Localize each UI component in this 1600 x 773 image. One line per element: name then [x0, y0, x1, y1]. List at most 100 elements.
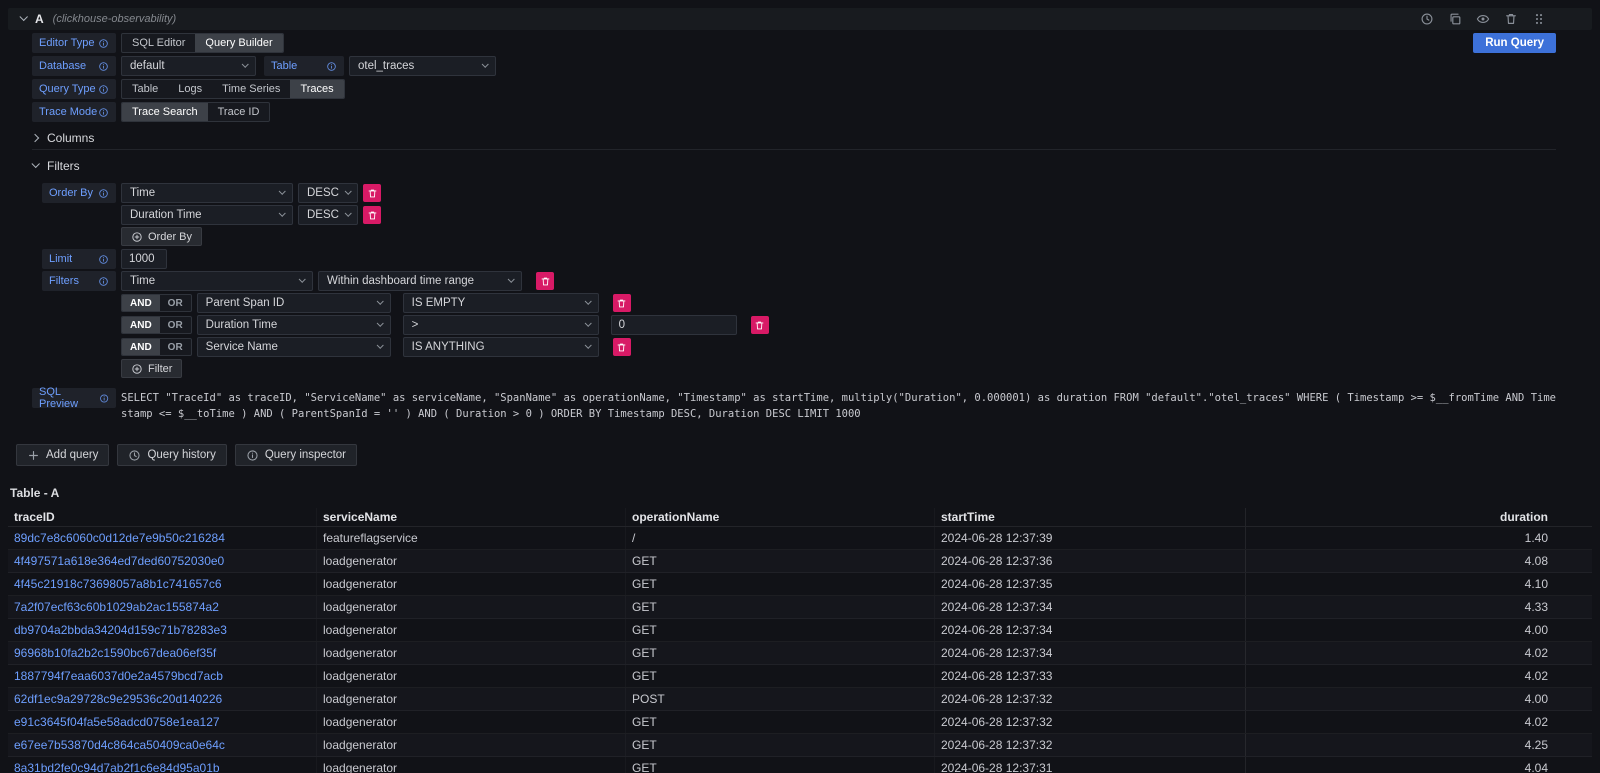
- info-icon[interactable]: [98, 38, 109, 49]
- drag-handle-icon[interactable]: [1532, 12, 1546, 26]
- filter-field-select[interactable]: Parent Span ID: [197, 293, 391, 313]
- start-time-cell: 2024-06-28 12:37:36: [935, 550, 1245, 572]
- chevron-down-icon: [376, 297, 383, 304]
- filter-value-input[interactable]: [611, 315, 737, 335]
- column-header-traceid[interactable]: traceID: [8, 508, 317, 526]
- remove-filter-button[interactable]: [751, 316, 769, 334]
- table-row: e91c3645f04fa5e58adcd0758e1ea127 loadgen…: [8, 711, 1592, 734]
- query-actions-bar: Add query Query history Query inspector: [16, 444, 1592, 466]
- and-button[interactable]: AND: [122, 317, 160, 333]
- trace-id-link[interactable]: 7a2f07ecf63c60b1029ab2ac155874a2: [8, 596, 317, 618]
- service-name-cell: loadgenerator: [317, 665, 626, 687]
- trace-id-link[interactable]: 89dc7e8c6060c0d12de7e9b50c216284: [8, 527, 317, 549]
- operation-name-cell: POST: [626, 688, 935, 710]
- filter-operator-select[interactable]: IS ANYTHING: [403, 337, 599, 357]
- trace-id-link[interactable]: 96968b10fa2b2c1590bc67dea06ef35f: [8, 642, 317, 664]
- or-button[interactable]: OR: [160, 339, 191, 355]
- filter-operator-value: IS ANYTHING: [412, 341, 485, 353]
- and-button[interactable]: AND: [122, 339, 160, 355]
- remove-order-by-button[interactable]: [363, 206, 381, 224]
- add-filter-button[interactable]: Filter: [121, 359, 182, 378]
- chevron-down-icon: [584, 297, 591, 304]
- filter-field-select[interactable]: Service Name: [197, 337, 391, 357]
- trace-id-link[interactable]: e91c3645f04fa5e58adcd0758e1ea127: [8, 711, 317, 733]
- table-row: 62df1ec9a29728c9e29536c20d140226 loadgen…: [8, 688, 1592, 711]
- info-icon[interactable]: [98, 107, 109, 118]
- column-header-duration[interactable]: duration: [1245, 508, 1592, 526]
- limit-label-text: Limit: [49, 253, 72, 265]
- or-button[interactable]: OR: [160, 295, 191, 311]
- start-time-cell: 2024-06-28 12:37:31: [935, 757, 1245, 773]
- database-select[interactable]: default: [121, 56, 256, 76]
- order-by-field-select-1[interactable]: Time: [121, 183, 293, 203]
- duration-cell: 4.00: [1245, 688, 1592, 710]
- info-icon[interactable]: [98, 61, 109, 72]
- remove-filter-button[interactable]: [613, 294, 631, 312]
- query-type-option-logs[interactable]: Logs: [168, 80, 212, 98]
- filter-field-select[interactable]: Duration Time: [197, 315, 391, 335]
- order-by-row-1: Order By Time DESC: [42, 183, 1556, 203]
- filter-field-select[interactable]: Time: [121, 271, 313, 291]
- column-header-operationname[interactable]: operationName: [626, 508, 935, 526]
- panel-title[interactable]: Table - A: [8, 486, 1592, 501]
- info-icon[interactable]: [99, 393, 109, 404]
- trace-id-link[interactable]: 4f497571a618e364ed7ded60752030e0: [8, 550, 317, 572]
- and-button[interactable]: AND: [122, 295, 160, 311]
- chevron-down-icon: [345, 209, 352, 216]
- columns-section-toggle[interactable]: Columns: [32, 128, 1556, 148]
- table-select[interactable]: otel_traces: [349, 56, 496, 76]
- trace-id-link[interactable]: 8a31bd2fe0c94d7ab2f1c6e84d95a01b: [8, 757, 317, 773]
- duplicate-query-icon[interactable]: [1448, 12, 1462, 26]
- or-button[interactable]: OR: [160, 317, 191, 333]
- add-query-button[interactable]: Add query: [16, 444, 109, 466]
- operation-name-cell: GET: [626, 619, 935, 641]
- trace-id-link[interactable]: db9704a2bbda34204d159c71b78283e3: [8, 619, 317, 641]
- order-by-direction-select-1[interactable]: DESC: [298, 183, 358, 203]
- editor-type-option-sql-editor[interactable]: SQL Editor: [122, 34, 195, 52]
- editor-type-option-query-builder[interactable]: Query Builder: [195, 34, 282, 52]
- column-header-starttime[interactable]: startTime: [935, 508, 1245, 526]
- filter-operator-value: >: [412, 319, 419, 331]
- limit-input[interactable]: [121, 249, 167, 269]
- table-label-text: Table: [271, 60, 297, 72]
- info-icon[interactable]: [98, 84, 109, 95]
- remove-query-icon[interactable]: [1504, 12, 1518, 26]
- trace-mode-option-trace-id[interactable]: Trace ID: [208, 103, 270, 121]
- order-by-field-select-2[interactable]: Duration Time: [121, 205, 293, 225]
- query-history-button[interactable]: Query history: [117, 444, 226, 466]
- column-header-servicename[interactable]: serviceName: [317, 508, 626, 526]
- filters-section-toggle[interactable]: Filters: [32, 156, 1556, 176]
- trace-id-link[interactable]: 1887794f7eaa6037d0e2a4579bcd7acb: [8, 665, 317, 687]
- query-type-option-traces[interactable]: Traces: [290, 80, 343, 98]
- trace-id-link[interactable]: e67ee7b53870d4c864ca50409ca0e64c: [8, 734, 317, 756]
- filters-label: Filters: [42, 271, 116, 291]
- filter-operator-select[interactable]: Within dashboard time range: [318, 271, 522, 291]
- filter-operator-select[interactable]: IS EMPTY: [403, 293, 599, 313]
- query-inspector-button[interactable]: Query inspector: [235, 444, 357, 466]
- info-icon[interactable]: [98, 276, 109, 287]
- query-history-icon[interactable]: [1420, 12, 1434, 26]
- query-type-option-table[interactable]: Table: [122, 80, 168, 98]
- remove-filter-button[interactable]: [613, 338, 631, 356]
- info-icon[interactable]: [98, 188, 109, 199]
- start-time-cell: 2024-06-28 12:37:32: [935, 711, 1245, 733]
- hide-response-icon[interactable]: [1476, 12, 1490, 26]
- query-type-option-time-series[interactable]: Time Series: [212, 80, 290, 98]
- filter-operator-select[interactable]: >: [403, 315, 599, 335]
- info-icon[interactable]: [326, 61, 337, 72]
- operation-name-cell: /: [626, 527, 935, 549]
- trace-mode-radio-group: Trace Search Trace ID: [121, 102, 270, 122]
- remove-order-by-button[interactable]: [363, 184, 381, 202]
- remove-filter-button[interactable]: [536, 272, 554, 290]
- run-query-button[interactable]: Run Query: [1473, 33, 1556, 53]
- trace-id-link[interactable]: 4f45c21918c73698057a8b1c741657c6: [8, 573, 317, 595]
- info-icon[interactable]: [98, 254, 109, 265]
- order-by-direction-select-2[interactable]: DESC: [298, 205, 358, 225]
- sql-preview-row: SQL Preview SELECT "TraceId" as traceID,…: [32, 388, 1556, 422]
- trace-id-link[interactable]: 62df1ec9a29728c9e29536c20d140226: [8, 688, 317, 710]
- trace-mode-option-trace-search[interactable]: Trace Search: [122, 103, 208, 121]
- time-filter-row: Filters Time Within dashboard time range: [42, 271, 1556, 291]
- add-order-by-button[interactable]: Order By: [121, 227, 202, 246]
- collapse-query-icon[interactable]: [19, 13, 27, 21]
- query-type-row: Query Type Table Logs Time Series Traces: [32, 79, 1556, 99]
